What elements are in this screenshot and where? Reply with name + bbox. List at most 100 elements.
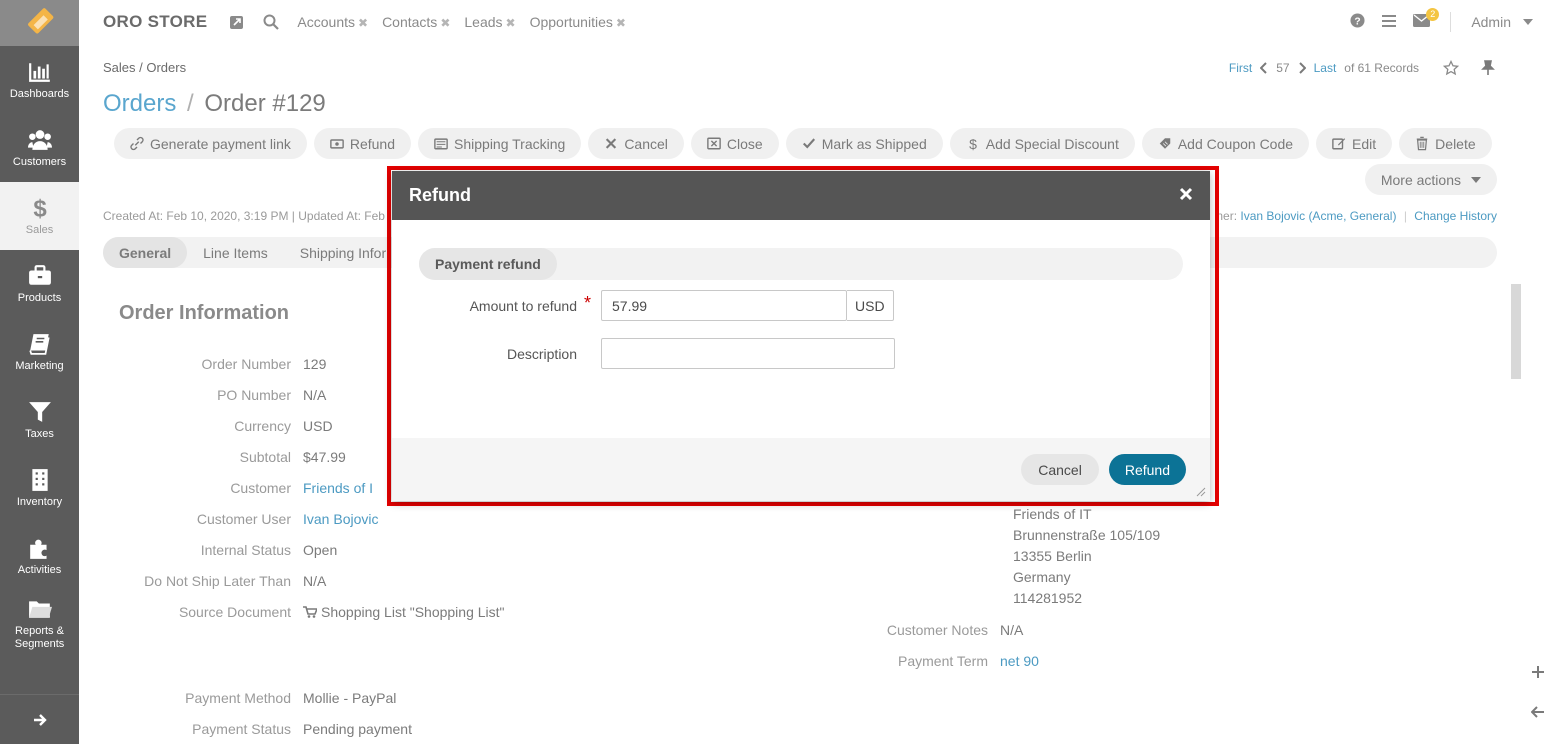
link-icon	[130, 136, 144, 151]
menu-icon[interactable]	[1381, 14, 1397, 31]
sidebar-item-customers[interactable]: Customers	[0, 114, 79, 182]
sidebar-item-products[interactable]: Products	[0, 250, 79, 318]
record-pager: First 57 Last of 61 Records	[1229, 60, 1495, 76]
search-icon[interactable]	[263, 14, 280, 30]
address-line: 114281952	[1013, 590, 1083, 606]
trash-icon	[1416, 136, 1428, 151]
sidebar-item-taxes[interactable]: Taxes	[0, 386, 79, 454]
add-coupon-code-button[interactable]: Add Coupon Code	[1141, 128, 1310, 159]
sidebar-item-activities[interactable]: Activities	[0, 522, 79, 590]
shortcut-contacts[interactable]: Contacts ✖	[382, 14, 450, 30]
top-right-tools: ? 2 Admin	[1350, 0, 1533, 44]
shipping-address: Friends of IT Brunnenstraße 105/109 13355 …	[1013, 504, 1160, 609]
field-label: Currency	[234, 417, 291, 434]
arrow-left-icon[interactable]	[1531, 705, 1545, 719]
action-label: Shipping Tracking	[454, 135, 566, 152]
scrollbar-thumb[interactable]	[1511, 284, 1521, 379]
amount-input[interactable]: 57.99	[601, 290, 847, 321]
action-label: Generate payment link	[150, 135, 291, 152]
sidebar-item-sales[interactable]: $ Sales	[0, 182, 79, 250]
remove-shortcut-icon[interactable]: ✖	[358, 16, 368, 30]
user-menu[interactable]: Admin	[1471, 14, 1533, 30]
refund-dialog: Refund Payment refund Amount to refund * …	[392, 171, 1210, 501]
action-label: Add Special Discount	[985, 135, 1119, 152]
shortcut-accounts[interactable]: Accounts ✖	[297, 14, 368, 30]
cancel-button[interactable]: Cancel	[588, 128, 684, 159]
oro-logo[interactable]	[0, 0, 79, 46]
dollar-icon: $	[969, 136, 977, 151]
mark-as-shipped-button[interactable]: Mark as Shipped	[785, 128, 943, 159]
tab-shipping-infor[interactable]: Shipping Infor	[284, 237, 402, 268]
sidebar-item-dashboards[interactable]: Dashboards	[0, 46, 79, 114]
tab-general[interactable]: General	[103, 237, 188, 268]
field-value[interactable]: net 90	[1000, 653, 1039, 669]
app-brand[interactable]: ORO STORE	[103, 12, 207, 32]
refund-button[interactable]: Refund	[313, 128, 412, 159]
bar-chart-icon	[28, 62, 50, 82]
add-special-discount-button[interactable]: $ Add Special Discount	[949, 128, 1135, 159]
sidebar-item-reports-segments[interactable]: Reports & Segments	[0, 590, 79, 658]
help-icon[interactable]: ?	[1350, 13, 1365, 31]
owner-link[interactable]: Ivan Bojovic	[1240, 209, 1305, 223]
title-section-link[interactable]: Orders	[103, 90, 176, 117]
generate-payment-link-button[interactable]: Generate payment link	[114, 128, 307, 159]
close-icon[interactable]	[1179, 185, 1193, 206]
owner-org-link[interactable]: (Acme, General)	[1308, 209, 1396, 223]
close-button[interactable]: Close	[690, 128, 779, 159]
description-input[interactable]	[601, 338, 895, 369]
remove-shortcut-icon[interactable]: ✖	[506, 16, 516, 30]
payment-info-fields: Payment Method Mollie - PayPal Payment Sta…	[103, 682, 523, 744]
pager-total: of 61 Records	[1344, 61, 1419, 75]
svg-text:$: $	[33, 196, 47, 220]
field-row: Payment Term net 90	[800, 645, 1039, 676]
field-row: Payment Status Pending payment	[103, 713, 523, 744]
more-actions-button[interactable]: More actions	[1364, 164, 1497, 195]
shipping-tracking-button[interactable]: Shipping Tracking	[418, 128, 582, 159]
field-label: Source Document	[178, 603, 291, 620]
filter-icon	[28, 401, 51, 422]
plus-icon[interactable]	[1531, 665, 1545, 679]
remove-shortcut-icon[interactable]: ✖	[440, 16, 450, 30]
delete-button[interactable]: Delete	[1399, 128, 1492, 159]
change-history-link[interactable]: Change History	[1414, 209, 1497, 223]
pager-first-link[interactable]: First	[1229, 61, 1252, 75]
field-label: Payment Status	[192, 720, 291, 737]
refund-submit-button[interactable]: Refund	[1108, 454, 1186, 485]
pin-icon[interactable]	[1481, 60, 1495, 76]
amount-row: Amount to refund * 57.99 USD	[419, 290, 1183, 321]
caret-down-icon	[1523, 19, 1533, 25]
svg-text:?: ?	[1355, 16, 1361, 27]
cancel-button[interactable]: Cancel	[1021, 454, 1099, 485]
field-label: Customer Notes	[886, 621, 988, 638]
field-label: Customer	[230, 479, 291, 496]
star-icon[interactable]	[1443, 60, 1459, 76]
tab-line-items[interactable]: Line Items	[187, 237, 284, 268]
remove-shortcut-icon[interactable]: ✖	[616, 16, 626, 30]
chevron-right-icon[interactable]	[1298, 62, 1306, 74]
scrollbar[interactable]	[1509, 272, 1521, 737]
close-box-icon	[707, 137, 721, 150]
chevron-left-icon[interactable]	[1260, 62, 1268, 74]
svg-text:$: $	[969, 136, 977, 151]
sidebar-item-inventory[interactable]: Inventory	[0, 454, 79, 522]
shortcut-opportunities[interactable]: Opportunities ✖	[530, 14, 626, 30]
sidebar-item-marketing[interactable]: Marketing	[0, 318, 79, 386]
mail-icon[interactable]: 2	[1413, 8, 1440, 30]
list-icon	[434, 138, 448, 150]
edit-button[interactable]: Edit	[1316, 128, 1393, 159]
section-title: Order Information	[119, 302, 290, 324]
share-icon[interactable]	[229, 14, 245, 30]
description-label: Description	[506, 345, 577, 362]
field-value[interactable]: Ivan Bojovic	[303, 511, 378, 527]
address-line: Germany	[1013, 569, 1071, 585]
action-label: Delete	[1435, 135, 1476, 152]
shortcut-leads[interactable]: Leads ✖	[464, 14, 515, 30]
currency-addon: USD	[847, 290, 894, 321]
field-value[interactable]: Friends of I	[303, 480, 373, 496]
sidebar-item-label: Inventory	[16, 495, 63, 508]
pager-last-link[interactable]: Last	[1314, 61, 1337, 75]
address-line: 13355 Berlin	[1013, 548, 1092, 564]
resize-handle-icon[interactable]	[1196, 487, 1206, 497]
puzzle-icon	[29, 539, 47, 559]
expand-sidebar-button[interactable]	[0, 694, 79, 744]
